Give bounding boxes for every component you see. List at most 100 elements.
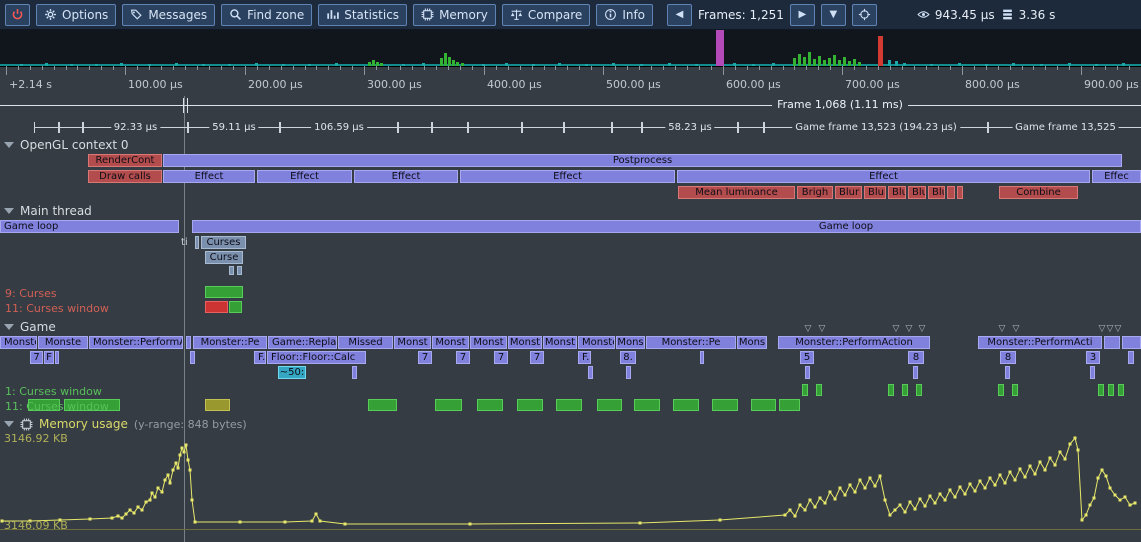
- frame-span[interactable]: [432, 122, 468, 133]
- frame-span[interactable]: 59.11 µs: [188, 122, 280, 133]
- histogram-bar[interactable]: [793, 58, 796, 66]
- message-marker-icon[interactable]: ▽: [1013, 325, 1020, 334]
- frame-ruler[interactable]: Frame 1,068 (1.11 ms): [0, 96, 1141, 114]
- zone-bar[interactable]: [190, 351, 195, 364]
- zone-f[interactable]: F.: [254, 351, 266, 364]
- zone-5[interactable]: 5: [800, 351, 814, 364]
- zone-bar[interactable]: [205, 399, 230, 411]
- message-marker-icon[interactable]: ▽: [919, 325, 926, 334]
- message-marker-icon[interactable]: ▽: [819, 325, 826, 334]
- zone-bar[interactable]: [902, 384, 908, 396]
- zone-monste[interactable]: Monste: [578, 336, 615, 349]
- zone-blur[interactable]: Blur: [928, 186, 945, 199]
- zone-game-loop[interactable]: Game loop: [0, 220, 179, 233]
- frame-span[interactable]: [564, 122, 612, 133]
- histogram-bar[interactable]: [843, 57, 846, 66]
- histogram-bar[interactable]: [813, 59, 816, 66]
- toolbar-button-find-zone[interactable]: Find zone: [221, 4, 312, 26]
- zone-7[interactable]: 7: [30, 351, 43, 364]
- zone-monster-performa[interactable]: Monster::PerformA: [89, 336, 183, 349]
- toolbar-button-info[interactable]: Info: [596, 4, 653, 26]
- zone-f[interactable]: F.: [578, 351, 591, 364]
- section-header-main-thread[interactable]: Main thread: [4, 204, 92, 218]
- zone-bar[interactable]: [1122, 336, 1141, 349]
- frame-span[interactable]: [738, 122, 764, 133]
- frame-span[interactable]: [34, 122, 59, 133]
- zone-mean-luminance[interactable]: Mean luminance: [678, 186, 795, 199]
- histogram-bar[interactable]: [808, 52, 811, 66]
- zone-bar[interactable]: [556, 399, 582, 411]
- zone-bar[interactable]: [588, 366, 593, 379]
- zone-game-replay[interactable]: Game::Replay: [268, 336, 337, 349]
- zone-monst[interactable]: Monst: [432, 336, 469, 349]
- zone-bar[interactable]: [1005, 366, 1010, 379]
- lock-label-9-curses[interactable]: 9: Curses: [5, 287, 57, 300]
- next-frame-button[interactable]: ▶: [790, 4, 815, 26]
- zone-monste[interactable]: Monste: [38, 336, 88, 349]
- zone-game-loop[interactable]: Game loop: [192, 220, 1141, 233]
- histogram-bar[interactable]: [818, 56, 821, 66]
- frame-span[interactable]: [468, 122, 522, 133]
- zone-7[interactable]: 7: [530, 351, 544, 364]
- frame-span[interactable]: [612, 122, 642, 133]
- toolbar-button-statistics[interactable]: Statistics: [318, 4, 407, 26]
- message-marker-icon[interactable]: ▽: [999, 325, 1006, 334]
- power-button[interactable]: [5, 4, 30, 26]
- zone-bar[interactable]: [1108, 384, 1114, 396]
- zone-bar[interactable]: [477, 399, 503, 411]
- toolbar-button-messages[interactable]: Messages: [122, 4, 215, 26]
- zone-curses[interactable]: Curses: [201, 236, 246, 249]
- toolbar-button-compare[interactable]: Compare: [502, 4, 590, 26]
- zone-effec[interactable]: Effec: [1092, 170, 1141, 183]
- zone-7[interactable]: 7: [418, 351, 432, 364]
- zone-floor-floor-calc[interactable]: Floor::Floor::Calc: [267, 351, 366, 364]
- histogram-bar[interactable]: [444, 53, 447, 66]
- zone-bar[interactable]: [673, 399, 699, 411]
- zone-8[interactable]: 8.: [620, 351, 636, 364]
- message-marker-icon[interactable]: ▽: [1107, 325, 1114, 334]
- histogram-bar[interactable]: [878, 36, 883, 66]
- zone-effect[interactable]: Effect: [257, 170, 352, 183]
- zone-monst[interactable]: Monst: [543, 336, 577, 349]
- frame-span[interactable]: 106.59 µs: [280, 122, 398, 133]
- zone-bar[interactable]: [237, 266, 242, 275]
- zone-effect[interactable]: Effect: [460, 170, 675, 183]
- zone-bar[interactable]: [712, 399, 738, 411]
- message-marker-icon[interactable]: ▽: [893, 325, 900, 334]
- section-header-memory[interactable]: Memory usage (y-range: 848 bytes): [4, 417, 247, 431]
- zone-bar[interactable]: [1128, 351, 1134, 364]
- zone-bar[interactable]: [1090, 366, 1095, 379]
- zone-bar[interactable]: [517, 399, 543, 411]
- frame-span[interactable]: 92.33 µs: [83, 122, 188, 133]
- zone-bar[interactable]: [751, 399, 776, 411]
- zone-bar[interactable]: [634, 399, 660, 411]
- zone-bar[interactable]: [1118, 384, 1124, 396]
- zone-3[interactable]: 3: [1086, 351, 1100, 364]
- message-marker-icon[interactable]: ▽: [805, 325, 812, 334]
- zone-monster-pe[interactable]: Monster::Pe: [193, 336, 267, 349]
- frame-span[interactable]: Game frame 13,523 (194.23 µs): [764, 122, 988, 133]
- zone-blur[interactable]: Blur: [908, 186, 926, 199]
- frame-set-button[interactable]: ▼: [821, 4, 846, 26]
- histogram-bar[interactable]: [716, 30, 724, 66]
- zone-draw-calls[interactable]: Draw calls: [88, 170, 162, 183]
- goto-frame-button[interactable]: [852, 4, 877, 26]
- zone-bar[interactable]: [186, 336, 191, 349]
- zone-bar[interactable]: [626, 366, 631, 379]
- zone-bar[interactable]: [913, 366, 918, 379]
- lock-label-game-11-curses-window[interactable]: 11: Curses window: [5, 400, 109, 413]
- zone-bar[interactable]: [205, 286, 243, 298]
- histogram-bar[interactable]: [828, 58, 831, 66]
- zone-7[interactable]: 7: [456, 351, 470, 364]
- zone-bar[interactable]: [205, 301, 228, 313]
- zone-bar[interactable]: [368, 399, 397, 411]
- zone-bar[interactable]: [998, 384, 1004, 396]
- zone-rendercont[interactable]: RenderCont: [88, 154, 162, 167]
- zone-bar[interactable]: [779, 399, 800, 411]
- zone-effect[interactable]: Effect: [677, 170, 1090, 183]
- zone-bar[interactable]: [700, 351, 704, 364]
- zone-curse[interactable]: Curse: [205, 251, 243, 264]
- histogram-bar[interactable]: [448, 57, 451, 66]
- zone-bar[interactable]: [947, 186, 955, 199]
- zone-8[interactable]: 8: [1000, 351, 1016, 364]
